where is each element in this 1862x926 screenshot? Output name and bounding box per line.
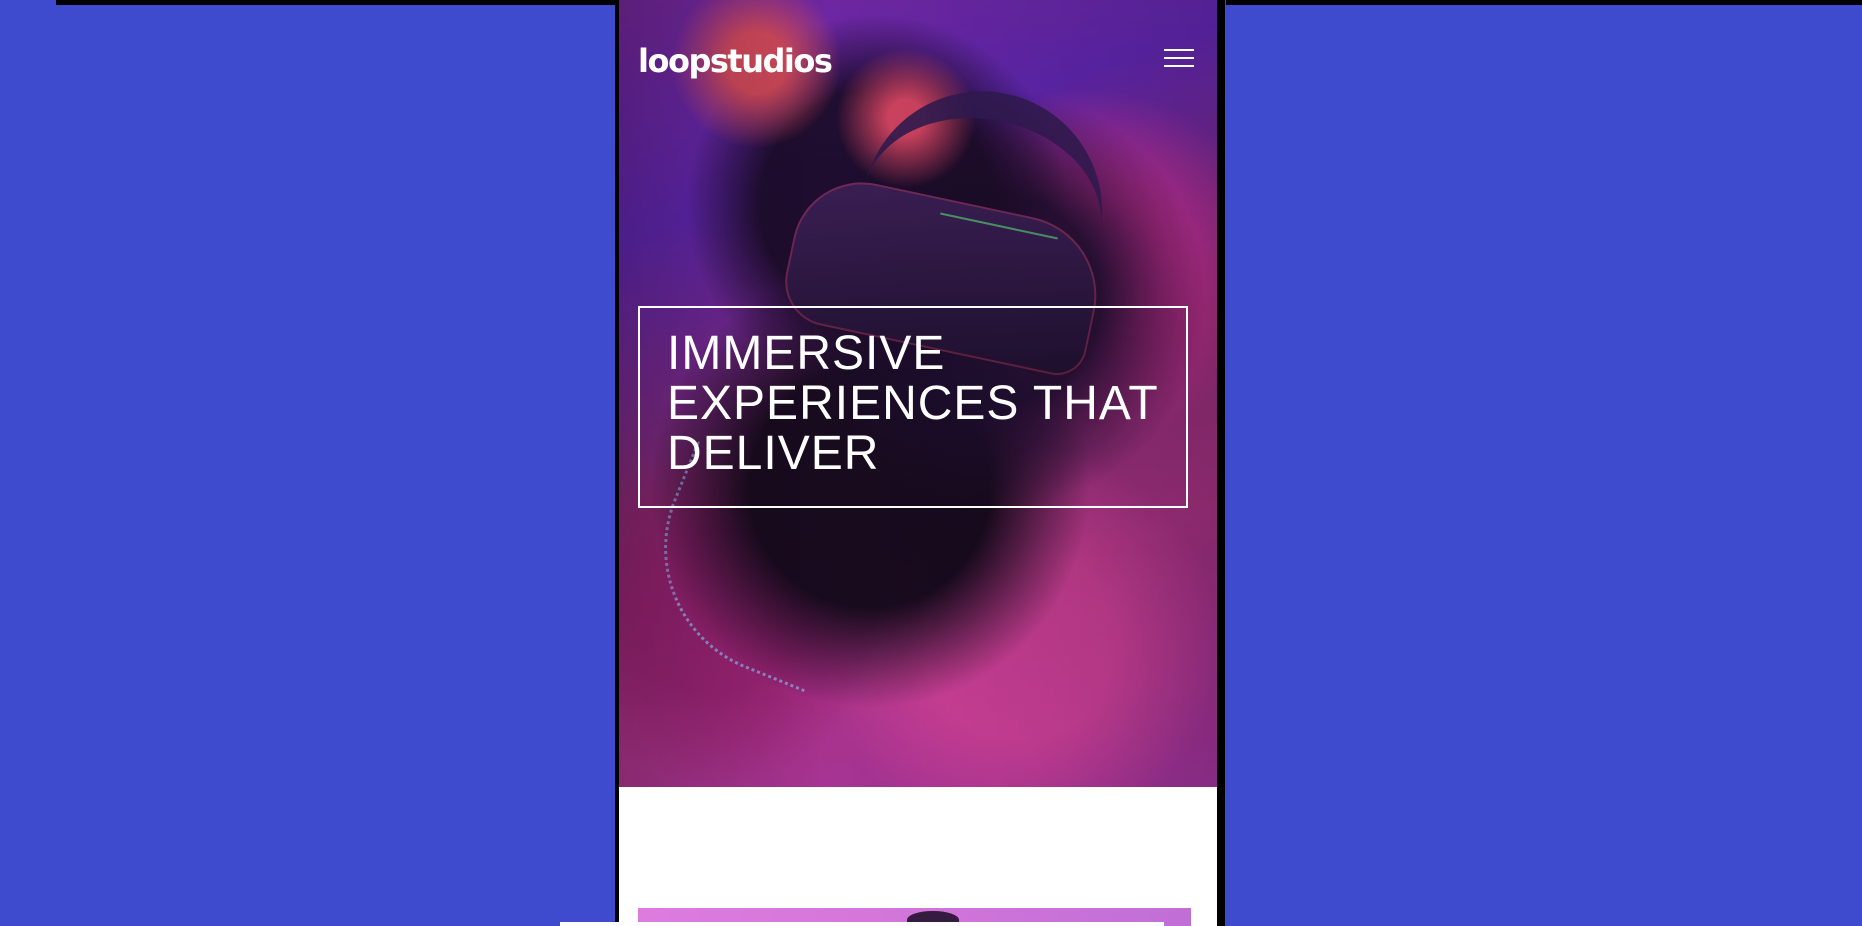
mobile-preview-frame: loopstudios IMMERSIVE EXPERIENCES THAT D… bbox=[615, 0, 1225, 926]
hamburger-icon-line-top bbox=[1164, 49, 1194, 51]
hamburger-icon-line-bottom bbox=[1164, 65, 1194, 67]
hero-headline-box: IMMERSIVE EXPERIENCES THAT DELIVER bbox=[638, 306, 1188, 508]
top-edge-bar-left bbox=[56, 0, 619, 5]
hero-section: loopstudios IMMERSIVE EXPERIENCES THAT D… bbox=[619, 0, 1217, 787]
menu-button[interactable] bbox=[1164, 47, 1197, 69]
mobile-website-viewport[interactable]: loopstudios IMMERSIVE EXPERIENCES THAT D… bbox=[619, 0, 1217, 926]
desktop-background: loopstudios IMMERSIVE EXPERIENCES THAT D… bbox=[0, 0, 1862, 926]
brand-logo-link[interactable]: loopstudios bbox=[638, 41, 833, 81]
bottom-edge-strip bbox=[560, 922, 1164, 926]
top-edge-bar-right bbox=[1226, 0, 1862, 5]
hamburger-icon-line-middle bbox=[1164, 57, 1194, 59]
hero-headline: IMMERSIVE EXPERIENCES THAT DELIVER bbox=[667, 327, 1158, 480]
top-navigation: loopstudios bbox=[638, 41, 1198, 81]
